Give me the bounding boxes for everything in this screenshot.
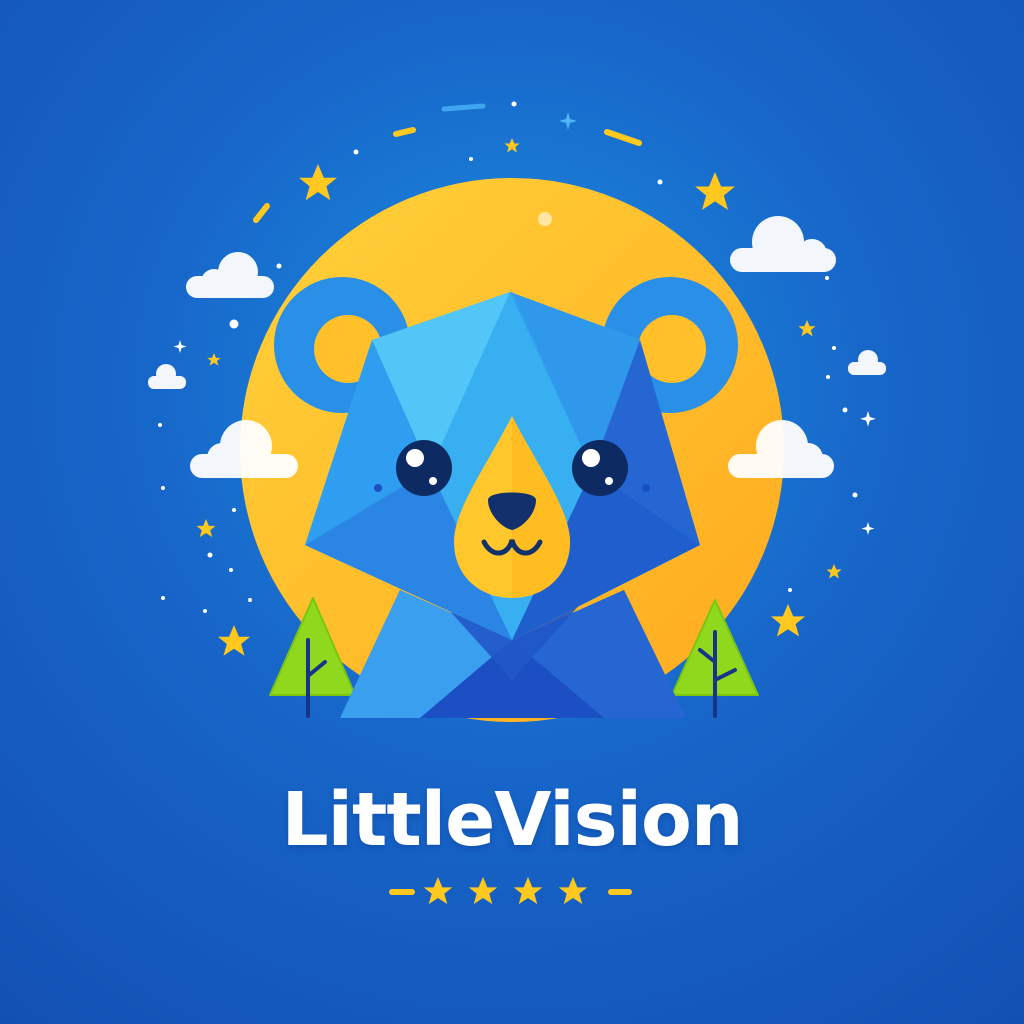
rating-star-icon [468,877,498,905]
rating-star-icon [558,877,588,905]
star-icon [770,604,806,637]
right-eye [572,440,628,496]
star-icon [798,320,816,337]
star-icon [217,625,251,656]
cloud-icon [848,350,886,375]
cloud-icon [730,216,836,272]
star-icon [695,172,735,211]
cloud-icon [148,364,186,389]
star-icon [504,138,520,153]
star-icon [196,519,216,538]
star-icon [207,353,221,366]
left-eye [396,440,452,496]
cloud-icon [186,252,274,298]
rating-star-icon [513,877,543,905]
star-icon [299,164,337,201]
star-icon [826,564,842,579]
rating-star-icon [423,877,453,905]
rating [389,877,632,905]
logo-illustration [148,101,886,905]
brand-name: LittleVision [281,777,743,863]
